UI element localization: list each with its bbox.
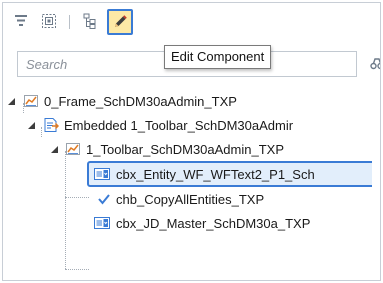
tree-node[interactable]: 0_Frame_SchDM30aAdmin_TXP [23, 89, 237, 113]
hierarchy-button[interactable] [81, 12, 99, 30]
tree-node[interactable]: Embedded 1_Toolbar_SchDM30aAdmir [43, 113, 293, 137]
target-icon [42, 14, 56, 28]
hierarchy-icon [83, 13, 96, 29]
combobox-icon [94, 217, 110, 229]
filter-icon [15, 15, 27, 26]
tree-node-label: cbx_JD_Master_SchDM30a_TXP [116, 215, 311, 231]
component-tree: 0_Frame_SchDM30aAdmin_TXP Embedded 1_Too… [3, 89, 380, 280]
component-tree-panel: Edit Component 0_Frame_SchDM30aAdmin_TXP [2, 2, 381, 281]
pencil-icon [115, 15, 127, 27]
expanded-caret-icon[interactable] [50, 145, 59, 154]
edit-component-button[interactable] [107, 9, 133, 35]
filter-button[interactable] [12, 12, 30, 30]
tree-node-selected[interactable]: cbx_Entity_WF_WFText2_P1_Sch [87, 161, 377, 187]
tree-node[interactable]: cbx_JD_Master_SchDM30a_TXP [93, 211, 310, 235]
chart-icon [24, 95, 38, 107]
chart-icon [66, 143, 80, 155]
search-options-icon[interactable] [370, 57, 381, 71]
embedded-icon [44, 118, 59, 132]
tree-guide [65, 197, 89, 198]
toolbar [3, 3, 380, 41]
combobox-icon [94, 168, 110, 180]
tree-node[interactable]: chb_CopyAllEntities_TXP [97, 187, 264, 211]
tree-node-label: Embedded 1_Toolbar_SchDM30aAdmir [64, 117, 294, 133]
tree-node-label: 1_Toolbar_SchDM30aAdmin_TXP [86, 141, 284, 157]
checkbox-icon [98, 194, 110, 205]
target-button[interactable] [40, 12, 58, 30]
toolbar-separator [69, 15, 70, 29]
tree-guide [41, 127, 42, 137]
tree-node[interactable]: 1_Toolbar_SchDM30aAdmin_TXP [65, 137, 284, 161]
tooltip: Edit Component [164, 45, 272, 69]
tree-scrollbar[interactable] [372, 89, 380, 280]
tree-node-label: cbx_Entity_WF_WFText2_P1_Sch [116, 166, 315, 182]
tree-guide [65, 151, 66, 269]
tree-node-label: chb_CopyAllEntities_TXP [116, 191, 265, 207]
tree-guide [65, 269, 89, 270]
expanded-caret-icon[interactable] [27, 121, 36, 130]
tree-node-label: 0_Frame_SchDM30aAdmin_TXP [44, 93, 237, 109]
expanded-caret-icon[interactable] [7, 97, 16, 106]
